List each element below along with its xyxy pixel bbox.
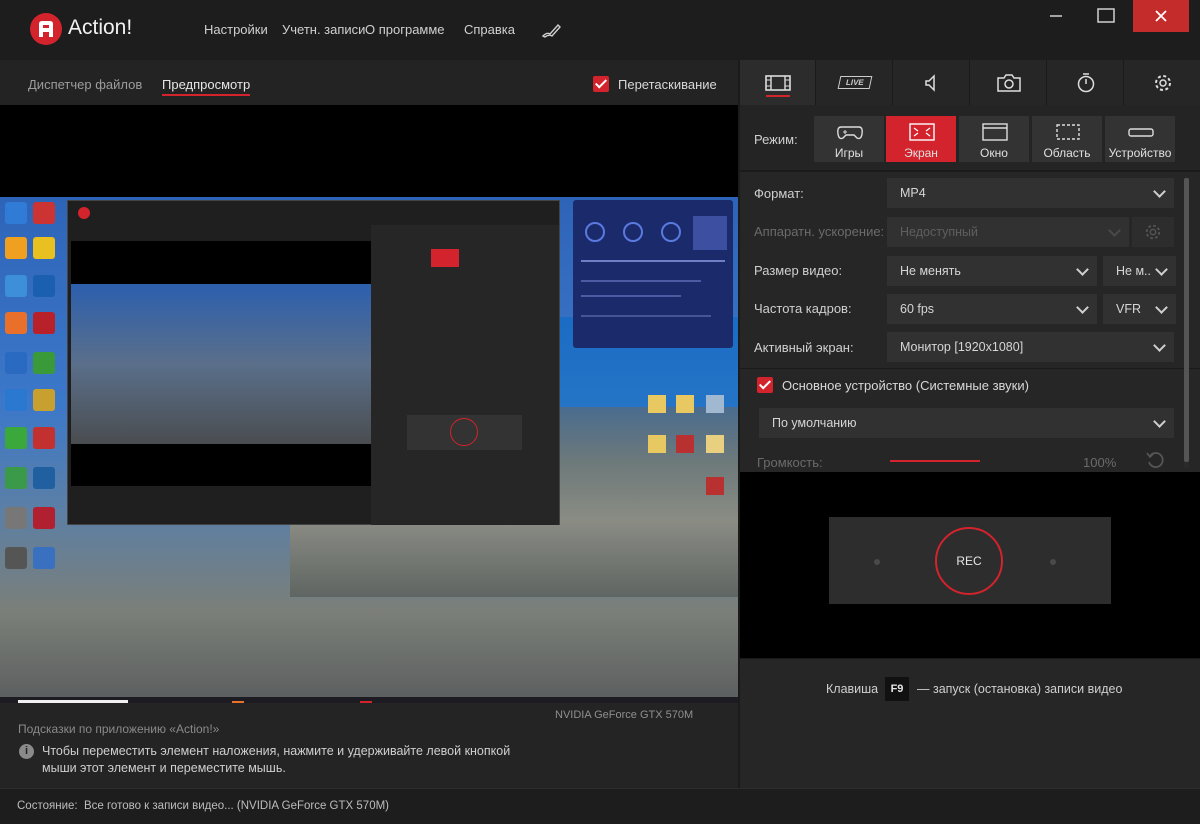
hotkey-prefix: Клавиша (826, 682, 879, 696)
title-bar: Action! Настройки Учетн. записи О програ… (0, 0, 1200, 60)
status-text: Все готово к записи видео... (NVIDIA GeF… (83, 800, 389, 812)
action-logo-icon (30, 13, 62, 45)
live-icon: LIVE (837, 76, 872, 89)
tab-settings[interactable] (1125, 60, 1200, 105)
mode-label: Режим: (754, 132, 798, 147)
desktop-icons (0, 197, 62, 587)
hw-accel-settings-button[interactable] (1132, 217, 1174, 247)
hotkey-panel: Клавиша F9 — запуск (остановка) записи в… (740, 658, 1200, 788)
reset-icon[interactable] (1145, 450, 1165, 470)
device-icon (1128, 128, 1154, 137)
tab-preview[interactable]: Предпросмотр (162, 77, 251, 96)
menu-settings[interactable]: Настройки (204, 22, 268, 37)
hw-accel-dropdown[interactable]: Недоступный (887, 217, 1129, 247)
fps-label: Частота кадров: (754, 301, 852, 316)
gear-icon (1155, 74, 1171, 91)
status-bar: Состояние: Все готово к записи видео... … (0, 788, 1200, 824)
tab-video-recording[interactable] (740, 60, 816, 105)
timer-icon (1077, 72, 1094, 92)
active-screen-label: Активный экран: (754, 340, 854, 355)
rec-button[interactable]: REC (935, 527, 1003, 595)
window-icon (982, 123, 1008, 141)
tab-screenshot[interactable] (971, 60, 1047, 105)
rec-area: REC (740, 472, 1200, 658)
nested-app-preview (67, 200, 560, 525)
pen-icon[interactable] (541, 22, 563, 38)
gpu-label: NVIDIA GeForce GTX 570M (555, 709, 694, 721)
left-tab-bar: Диспетчер файлов Предпросмотр Перетаскив… (0, 60, 738, 105)
mode-area-button[interactable]: Область (1032, 116, 1102, 162)
mode-games-button[interactable]: Игры (814, 116, 884, 162)
minimize-button[interactable] (1040, 0, 1086, 32)
fps-dropdown[interactable]: 60 fps (887, 294, 1097, 324)
screen-icon (909, 123, 935, 141)
tab-audio[interactable] (894, 60, 970, 105)
system-audio-checkbox[interactable] (757, 377, 773, 393)
status-line: Состояние: Все готово к записи видео... … (17, 800, 389, 812)
video-size-label: Размер видео: (754, 263, 843, 278)
mode-window-button[interactable]: Окно (959, 116, 1029, 162)
format-label: Формат: (754, 186, 804, 201)
mode-device-button[interactable]: Устройство (1105, 116, 1175, 162)
drag-checkbox-label: Перетаскивание (618, 77, 717, 92)
close-button[interactable] (1133, 0, 1189, 32)
info-icon: i (19, 744, 34, 759)
hints-panel: NVIDIA GeForce GTX 570M Подсказки по при… (0, 703, 738, 788)
desktop-screenshot (0, 197, 738, 717)
menu-accounts[interactable]: Учетн. записи (282, 22, 365, 37)
format-dropdown[interactable]: MP4 (887, 178, 1174, 208)
tab-live-streaming[interactable]: LIVE (817, 60, 893, 105)
video-size-preset-dropdown[interactable]: Не м... (1103, 256, 1176, 286)
menu-help[interactable]: Справка (464, 22, 515, 37)
nested-monitor-widget (573, 200, 733, 348)
area-icon (1056, 124, 1080, 140)
mode-screen-button[interactable]: Экран (886, 116, 956, 162)
gamepad-icon (837, 126, 863, 140)
speaker-icon (924, 73, 935, 92)
hotkey-description: — запуск (остановка) записи видео (917, 682, 1123, 696)
hints-title: Подсказки по приложению «Action!» (18, 722, 220, 736)
hint-text: Чтобы переместить элемент наложения, наж… (42, 744, 511, 775)
menu-about[interactable]: О программе (365, 22, 445, 37)
volume-label: Громкость: (757, 455, 823, 470)
tab-timer[interactable] (1048, 60, 1124, 105)
tab-file-manager[interactable]: Диспетчер файлов (28, 77, 142, 92)
drag-checkbox[interactable] (593, 76, 609, 92)
fps-mode-dropdown[interactable]: VFR (1103, 294, 1176, 324)
film-icon (764, 74, 791, 91)
rec-panel: REC (829, 517, 1111, 604)
active-screen-dropdown[interactable]: Монитор [1920x1080] (887, 332, 1174, 362)
preview-area (0, 105, 738, 717)
camera-icon (996, 73, 1021, 92)
recording-settings: Формат: MP4 Аппаратн. ускорение: Недосту… (740, 172, 1200, 472)
status-label: Состояние: (17, 800, 78, 812)
app-name: Action! (68, 16, 133, 39)
mode-bar: Режим: Игры Экран Окно Область Устройств… (740, 105, 1200, 171)
audio-device-dropdown[interactable]: По умолчанию (759, 408, 1174, 438)
gear-icon (1145, 224, 1161, 240)
video-size-dropdown[interactable]: Не менять (887, 256, 1097, 286)
settings-scrollbar-thumb[interactable] (1184, 178, 1189, 462)
right-tab-bar: LIVE (740, 60, 1200, 105)
rec-label: REC (956, 554, 982, 568)
volume-value: 100% (1083, 455, 1117, 470)
volume-slider[interactable] (890, 460, 980, 462)
hw-accel-label: Аппаратн. ускорение: (754, 224, 885, 239)
maximize-button[interactable] (1084, 0, 1130, 32)
hotkey-key: F9 (885, 677, 909, 701)
system-audio-label: Основное устройство (Системные звуки) (782, 378, 1029, 393)
